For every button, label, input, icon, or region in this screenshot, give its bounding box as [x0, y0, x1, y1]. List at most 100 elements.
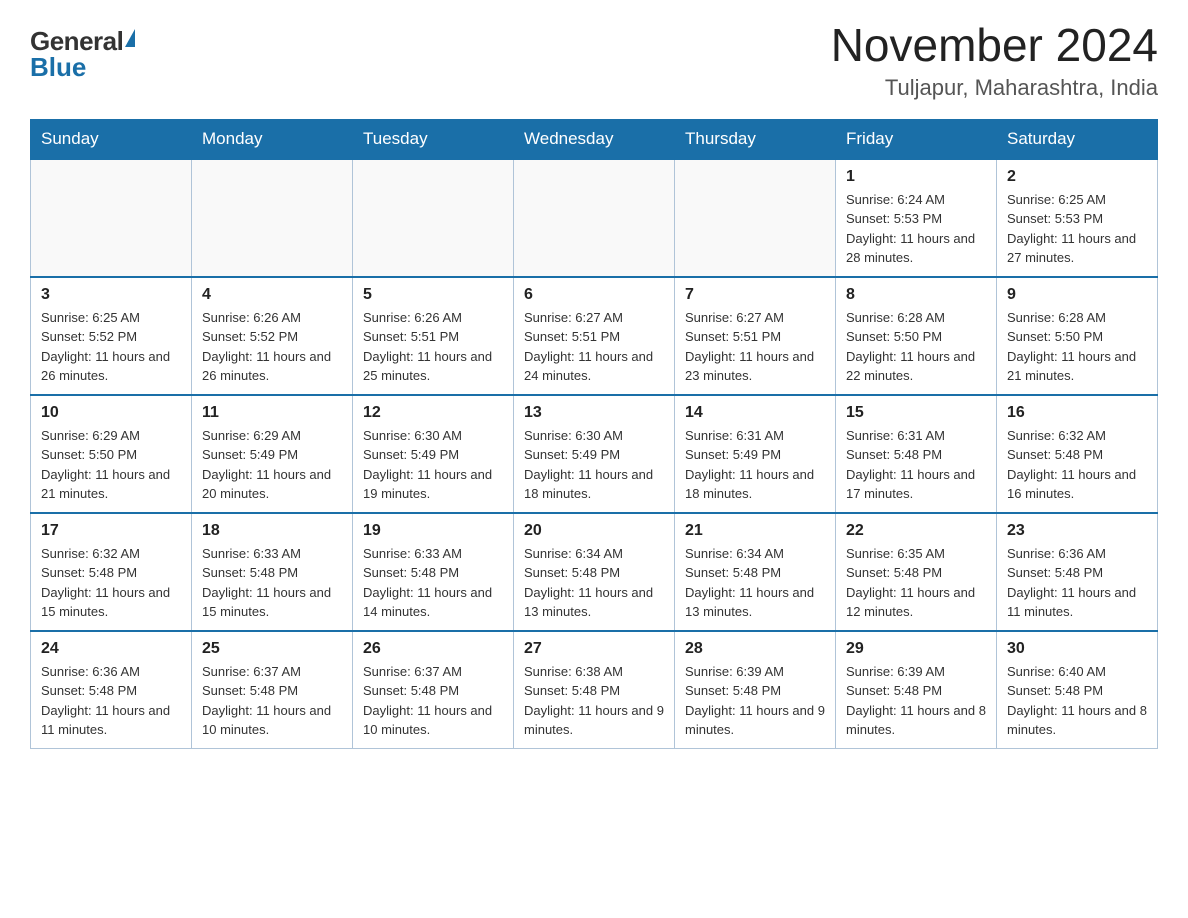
day-number: 25 [202, 640, 342, 658]
calendar-cell: 9 Sunrise: 6:28 AM Sunset: 5:50 PM Daylig… [997, 277, 1158, 395]
calendar-week-3: 10 Sunrise: 6:29 AM Sunset: 5:50 PM Dayli… [31, 395, 1158, 513]
calendar-cell: 1 Sunrise: 6:24 AM Sunset: 5:53 PM Daylig… [836, 159, 997, 277]
day-number: 23 [1007, 522, 1147, 540]
day-number: 13 [524, 404, 664, 422]
calendar-cell: 29 Sunrise: 6:39 AM Sunset: 5:48 PM Dayli… [836, 631, 997, 749]
day-info: Sunrise: 6:33 AM Sunset: 5:48 PM Dayligh… [202, 544, 342, 622]
calendar-cell: 12 Sunrise: 6:30 AM Sunset: 5:49 PM Dayli… [353, 395, 514, 513]
calendar-body: 1 Sunrise: 6:24 AM Sunset: 5:53 PM Daylig… [31, 159, 1158, 749]
day-number: 26 [363, 640, 503, 658]
calendar-cell: 23 Sunrise: 6:36 AM Sunset: 5:48 PM Dayli… [997, 513, 1158, 631]
logo-triangle-icon [125, 29, 135, 47]
day-number: 16 [1007, 404, 1147, 422]
calendar-cell: 27 Sunrise: 6:38 AM Sunset: 5:48 PM Dayli… [514, 631, 675, 749]
calendar-cell: 28 Sunrise: 6:39 AM Sunset: 5:48 PM Dayli… [675, 631, 836, 749]
calendar-cell [192, 159, 353, 277]
day-number: 12 [363, 404, 503, 422]
calendar-cell: 13 Sunrise: 6:30 AM Sunset: 5:49 PM Dayli… [514, 395, 675, 513]
day-info: Sunrise: 6:27 AM Sunset: 5:51 PM Dayligh… [685, 308, 825, 386]
day-number: 30 [1007, 640, 1147, 658]
calendar-cell [514, 159, 675, 277]
day-header-thursday: Thursday [675, 119, 836, 159]
day-info: Sunrise: 6:29 AM Sunset: 5:49 PM Dayligh… [202, 426, 342, 504]
calendar-cell: 20Sunrise: 6:34 AM Sunset: 5:48 PM Dayli… [514, 513, 675, 631]
calendar-cell: 30Sunrise: 6:40 AM Sunset: 5:48 PM Dayli… [997, 631, 1158, 749]
day-info: Sunrise: 6:24 AM Sunset: 5:53 PM Dayligh… [846, 190, 986, 268]
day-number: 2 [1007, 168, 1147, 186]
calendar-cell: 8 Sunrise: 6:28 AM Sunset: 5:50 PM Daylig… [836, 277, 997, 395]
day-number: 5 [363, 286, 503, 304]
day-info: Sunrise: 6:27 AM Sunset: 5:51 PM Dayligh… [524, 308, 664, 386]
day-info: Sunrise: 6:36 AM Sunset: 5:48 PM Dayligh… [1007, 544, 1147, 622]
calendar-cell: 26Sunrise: 6:37 AM Sunset: 5:48 PM Dayli… [353, 631, 514, 749]
day-info: Sunrise: 6:39 AM Sunset: 5:48 PM Dayligh… [685, 662, 825, 740]
calendar-header: SundayMondayTuesdayWednesdayThursdayFrid… [31, 119, 1158, 159]
day-number: 6 [524, 286, 664, 304]
day-info: Sunrise: 6:34 AM Sunset: 5:48 PM Dayligh… [524, 544, 664, 622]
logo: General Blue [30, 20, 135, 80]
day-number: 29 [846, 640, 986, 658]
calendar-cell: 21 Sunrise: 6:34 AM Sunset: 5:48 PM Dayli… [675, 513, 836, 631]
day-info: Sunrise: 6:30 AM Sunset: 5:49 PM Dayligh… [363, 426, 503, 504]
day-number: 22 [846, 522, 986, 540]
title-block: November 2024 Tuljapur, Maharashtra, Ind… [831, 20, 1158, 101]
day-header-monday: Monday [192, 119, 353, 159]
calendar-cell: 6 Sunrise: 6:27 AM Sunset: 5:51 PM Daylig… [514, 277, 675, 395]
calendar-cell: 2 Sunrise: 6:25 AM Sunset: 5:53 PM Daylig… [997, 159, 1158, 277]
day-number: 14 [685, 404, 825, 422]
calendar-week-1: 1 Sunrise: 6:24 AM Sunset: 5:53 PM Daylig… [31, 159, 1158, 277]
calendar-cell: 3Sunrise: 6:25 AM Sunset: 5:52 PM Daylig… [31, 277, 192, 395]
day-info: Sunrise: 6:39 AM Sunset: 5:48 PM Dayligh… [846, 662, 986, 740]
day-number: 28 [685, 640, 825, 658]
calendar-cell [31, 159, 192, 277]
day-info: Sunrise: 6:31 AM Sunset: 5:49 PM Dayligh… [685, 426, 825, 504]
page-header: General Blue November 2024 Tuljapur, Mah… [30, 20, 1158, 101]
calendar-cell: 19 Sunrise: 6:33 AM Sunset: 5:48 PM Dayli… [353, 513, 514, 631]
day-number: 24 [41, 640, 181, 658]
day-number: 8 [846, 286, 986, 304]
day-info: Sunrise: 6:25 AM Sunset: 5:53 PM Dayligh… [1007, 190, 1147, 268]
day-number: 11 [202, 404, 342, 422]
day-info: Sunrise: 6:38 AM Sunset: 5:48 PM Dayligh… [524, 662, 664, 740]
calendar-cell: 18Sunrise: 6:33 AM Sunset: 5:48 PM Dayli… [192, 513, 353, 631]
calendar-week-2: 3Sunrise: 6:25 AM Sunset: 5:52 PM Daylig… [31, 277, 1158, 395]
day-info: Sunrise: 6:30 AM Sunset: 5:49 PM Dayligh… [524, 426, 664, 504]
page-title: November 2024 [831, 20, 1158, 71]
day-info: Sunrise: 6:26 AM Sunset: 5:51 PM Dayligh… [363, 308, 503, 386]
calendar-cell: 25Sunrise: 6:37 AM Sunset: 5:48 PM Dayli… [192, 631, 353, 749]
calendar-cell: 10 Sunrise: 6:29 AM Sunset: 5:50 PM Dayli… [31, 395, 192, 513]
day-number: 7 [685, 286, 825, 304]
calendar-cell [353, 159, 514, 277]
day-info: Sunrise: 6:34 AM Sunset: 5:48 PM Dayligh… [685, 544, 825, 622]
day-info: Sunrise: 6:31 AM Sunset: 5:48 PM Dayligh… [846, 426, 986, 504]
calendar-week-5: 24Sunrise: 6:36 AM Sunset: 5:48 PM Dayli… [31, 631, 1158, 749]
day-info: Sunrise: 6:26 AM Sunset: 5:52 PM Dayligh… [202, 308, 342, 386]
header-row: SundayMondayTuesdayWednesdayThursdayFrid… [31, 119, 1158, 159]
calendar-cell: 14 Sunrise: 6:31 AM Sunset: 5:49 PM Dayli… [675, 395, 836, 513]
day-number: 1 [846, 168, 986, 186]
logo-blue-text: Blue [30, 54, 86, 80]
day-info: Sunrise: 6:32 AM Sunset: 5:48 PM Dayligh… [1007, 426, 1147, 504]
calendar-cell: 15 Sunrise: 6:31 AM Sunset: 5:48 PM Dayli… [836, 395, 997, 513]
day-header-tuesday: Tuesday [353, 119, 514, 159]
day-number: 9 [1007, 286, 1147, 304]
day-header-friday: Friday [836, 119, 997, 159]
day-info: Sunrise: 6:29 AM Sunset: 5:50 PM Dayligh… [41, 426, 181, 504]
calendar-cell: 4Sunrise: 6:26 AM Sunset: 5:52 PM Daylig… [192, 277, 353, 395]
day-info: Sunrise: 6:28 AM Sunset: 5:50 PM Dayligh… [1007, 308, 1147, 386]
day-number: 10 [41, 404, 181, 422]
day-header-sunday: Sunday [31, 119, 192, 159]
day-number: 19 [363, 522, 503, 540]
day-info: Sunrise: 6:32 AM Sunset: 5:48 PM Dayligh… [41, 544, 181, 622]
day-info: Sunrise: 6:33 AM Sunset: 5:48 PM Dayligh… [363, 544, 503, 622]
calendar-week-4: 17Sunrise: 6:32 AM Sunset: 5:48 PM Dayli… [31, 513, 1158, 631]
day-number: 21 [685, 522, 825, 540]
calendar-cell: 22Sunrise: 6:35 AM Sunset: 5:48 PM Dayli… [836, 513, 997, 631]
day-number: 27 [524, 640, 664, 658]
calendar-cell: 16 Sunrise: 6:32 AM Sunset: 5:48 PM Dayli… [997, 395, 1158, 513]
calendar-cell: 11 Sunrise: 6:29 AM Sunset: 5:49 PM Dayli… [192, 395, 353, 513]
day-info: Sunrise: 6:28 AM Sunset: 5:50 PM Dayligh… [846, 308, 986, 386]
calendar-cell: 5 Sunrise: 6:26 AM Sunset: 5:51 PM Daylig… [353, 277, 514, 395]
day-number: 15 [846, 404, 986, 422]
calendar-cell: 7 Sunrise: 6:27 AM Sunset: 5:51 PM Daylig… [675, 277, 836, 395]
